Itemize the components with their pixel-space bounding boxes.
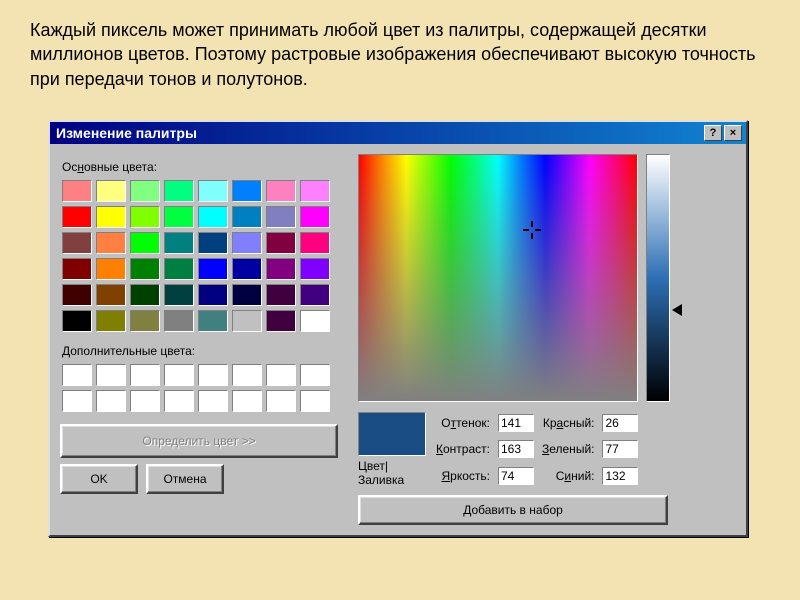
color-swatch[interactable] (232, 206, 262, 228)
blue-input[interactable] (602, 467, 638, 485)
color-swatch[interactable] (300, 180, 330, 202)
lum-input[interactable] (498, 467, 534, 485)
color-swatch[interactable] (96, 258, 126, 280)
color-spectrum[interactable] (358, 154, 638, 402)
custom-color-swatch[interactable] (62, 364, 92, 386)
color-swatch[interactable] (62, 284, 92, 306)
color-dialog: Изменение палитры ? × Основные цвета: До… (48, 120, 748, 537)
color-swatch[interactable] (198, 310, 228, 332)
custom-color-swatch[interactable] (164, 364, 194, 386)
custom-color-swatch[interactable] (198, 390, 228, 412)
color-swatch[interactable] (130, 206, 160, 228)
color-swatch[interactable] (130, 232, 160, 254)
color-swatch[interactable] (198, 206, 228, 228)
close-button[interactable]: × (724, 125, 742, 141)
color-swatch[interactable] (96, 232, 126, 254)
color-swatch[interactable] (96, 180, 126, 202)
color-swatch[interactable] (62, 206, 92, 228)
color-swatch[interactable] (164, 206, 194, 228)
custom-colors-label: Дополнительные цвета: (62, 344, 348, 358)
color-swatch[interactable] (266, 258, 296, 280)
help-button[interactable]: ? (704, 125, 722, 141)
color-swatch[interactable] (96, 284, 126, 306)
custom-color-swatch[interactable] (232, 364, 262, 386)
color-swatch[interactable] (130, 284, 160, 306)
add-to-set-button[interactable]: Добавить в набор (358, 495, 668, 525)
color-swatch[interactable] (266, 232, 296, 254)
sat-label: Контраст: (436, 442, 490, 456)
color-swatch[interactable] (300, 206, 330, 228)
lum-label: Яркость: (436, 469, 490, 483)
custom-color-swatch[interactable] (164, 390, 194, 412)
custom-color-swatch[interactable] (266, 364, 296, 386)
hue-label: Оттенок: (436, 416, 490, 430)
color-swatch[interactable] (232, 232, 262, 254)
custom-color-swatch[interactable] (198, 364, 228, 386)
basic-colors-label: Основные цвета: (62, 160, 348, 174)
custom-color-swatch[interactable] (232, 390, 262, 412)
dialog-title: Изменение палитры (54, 125, 702, 141)
color-swatch[interactable] (130, 310, 160, 332)
custom-color-swatch[interactable] (96, 390, 126, 412)
define-color-button: Определить цвет >> (60, 424, 338, 458)
ok-button[interactable]: OK (60, 464, 138, 494)
color-swatch[interactable] (266, 180, 296, 202)
green-input[interactable] (602, 440, 638, 458)
custom-colors-grid (60, 362, 348, 414)
color-swatch[interactable] (198, 258, 228, 280)
intro-paragraph: Каждый пиксель может принимать любой цве… (0, 0, 800, 101)
color-swatch[interactable] (300, 284, 330, 306)
basic-colors-grid (60, 178, 348, 334)
blue-label: Синий: (542, 469, 595, 483)
green-label: Зеленый: (542, 442, 595, 456)
color-swatch[interactable] (232, 284, 262, 306)
color-swatch[interactable] (62, 180, 92, 202)
color-swatch[interactable] (300, 310, 330, 332)
color-swatch[interactable] (198, 180, 228, 202)
titlebar[interactable]: Изменение палитры ? × (50, 122, 746, 144)
color-swatch[interactable] (164, 180, 194, 202)
custom-color-swatch[interactable] (300, 364, 330, 386)
sat-input[interactable] (498, 440, 534, 458)
color-swatch[interactable] (232, 180, 262, 202)
hue-input[interactable] (498, 414, 534, 432)
crosshair-icon (525, 223, 539, 237)
color-swatch[interactable] (164, 258, 194, 280)
luminance-slider[interactable] (646, 154, 670, 402)
color-swatch[interactable] (130, 180, 160, 202)
color-swatch[interactable] (198, 232, 228, 254)
color-swatch[interactable] (96, 310, 126, 332)
color-swatch[interactable] (232, 258, 262, 280)
custom-color-swatch[interactable] (300, 390, 330, 412)
color-swatch[interactable] (300, 232, 330, 254)
custom-color-swatch[interactable] (96, 364, 126, 386)
color-swatch[interactable] (266, 310, 296, 332)
color-swatch[interactable] (164, 232, 194, 254)
color-swatch[interactable] (164, 310, 194, 332)
custom-color-swatch[interactable] (130, 364, 160, 386)
custom-color-swatch[interactable] (62, 390, 92, 412)
red-label: Красный: (542, 416, 595, 430)
preview-label: Цвет|Заливка (358, 459, 426, 487)
custom-color-swatch[interactable] (266, 390, 296, 412)
color-swatch[interactable] (300, 258, 330, 280)
color-swatch[interactable] (96, 206, 126, 228)
color-swatch[interactable] (130, 258, 160, 280)
red-input[interactable] (602, 414, 638, 432)
custom-color-swatch[interactable] (130, 390, 160, 412)
color-preview (358, 412, 426, 456)
color-swatch[interactable] (198, 284, 228, 306)
color-swatch[interactable] (232, 310, 262, 332)
color-swatch[interactable] (266, 284, 296, 306)
cancel-button[interactable]: Отмена (146, 464, 224, 494)
color-swatch[interactable] (164, 284, 194, 306)
color-swatch[interactable] (62, 232, 92, 254)
color-swatch[interactable] (62, 258, 92, 280)
color-swatch[interactable] (62, 310, 92, 332)
luminance-arrow-icon[interactable] (672, 304, 682, 316)
color-swatch[interactable] (266, 206, 296, 228)
